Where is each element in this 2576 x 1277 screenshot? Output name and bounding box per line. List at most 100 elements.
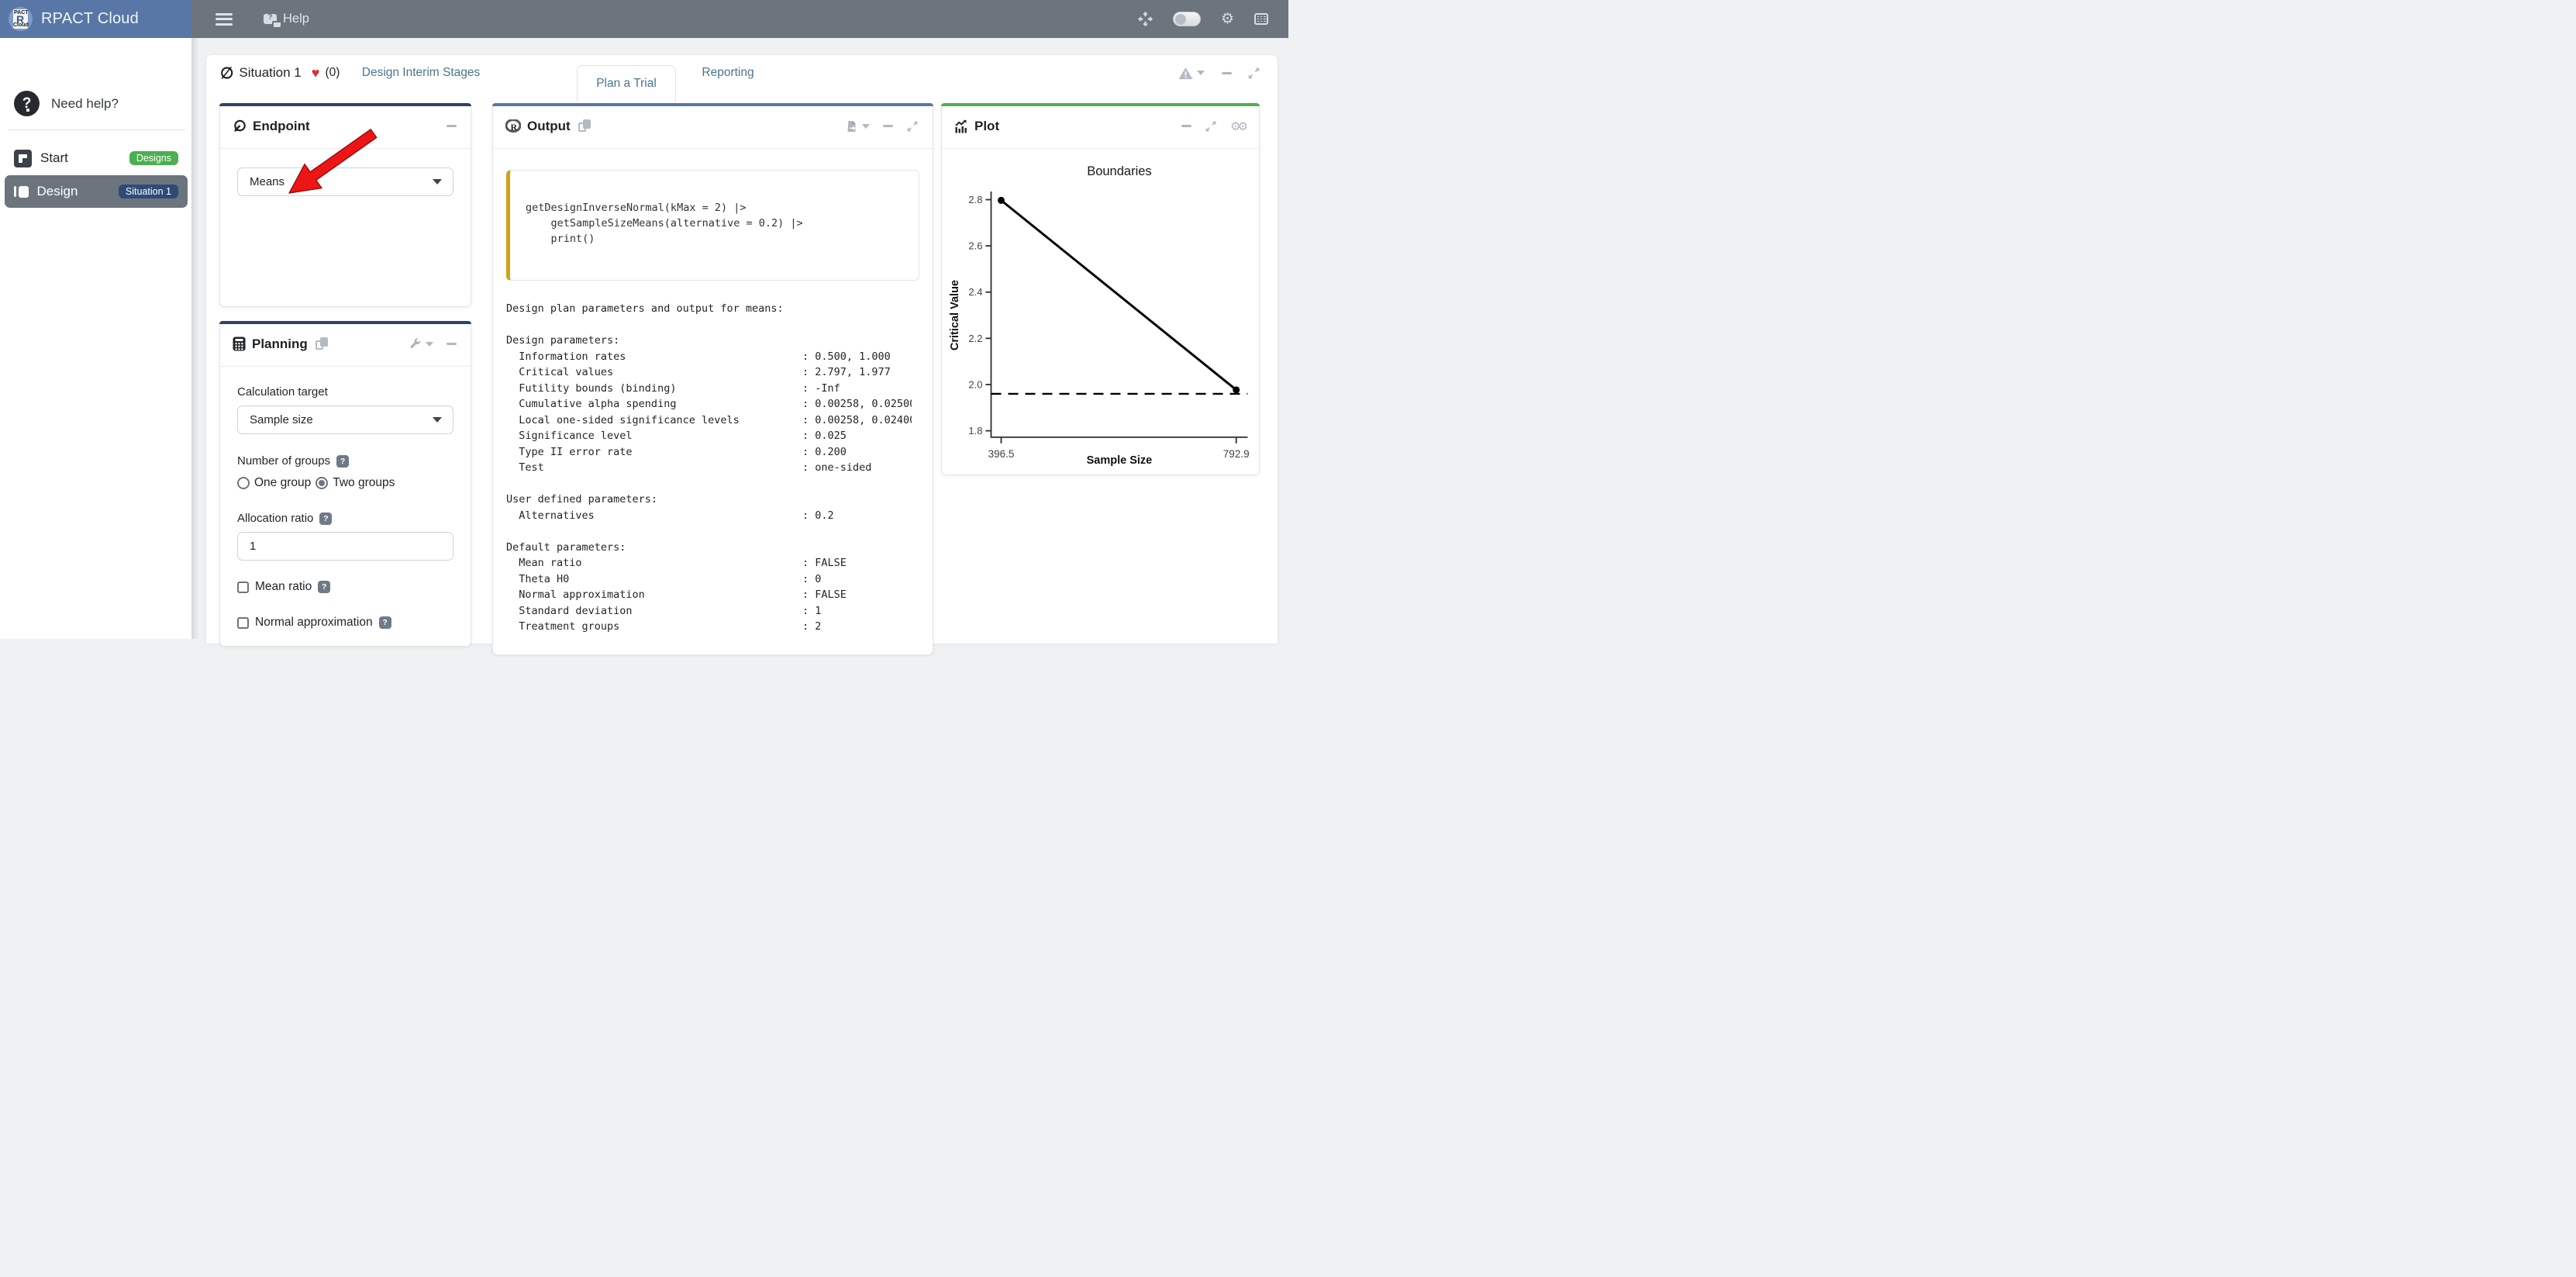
expand-plot-button[interactable]	[1205, 120, 1217, 133]
radio-two-groups[interactable]: Two groups	[316, 476, 395, 490]
heart-icon[interactable]: ♥	[312, 65, 320, 81]
likes-count: (0)	[325, 66, 340, 80]
sidebar-edge-shadow	[191, 38, 199, 639]
allocation-ratio-label: Allocation ratio ?	[237, 512, 453, 525]
svg-text:2.4: 2.4	[968, 286, 982, 298]
chevron-down-icon	[426, 342, 433, 347]
tab-plan-a-trial[interactable]: Plan a Trial	[577, 65, 676, 102]
endpoint-select-value: Means	[250, 175, 284, 188]
svg-text:R: R	[511, 122, 518, 133]
question-mark-icon: ?	[14, 91, 40, 116]
chevron-down-icon	[433, 179, 442, 185]
tools-dropdown[interactable]	[409, 338, 433, 350]
normal-approximation-checkbox[interactable]: Normal approximation ?	[237, 616, 453, 630]
planning-title: Planning	[252, 337, 308, 352]
sidebar: ? Need help? Start Designs Design Situat…	[0, 38, 191, 639]
collapse-endpoint-button[interactable]	[447, 125, 457, 127]
start-icon	[14, 150, 32, 167]
svg-text:396.5: 396.5	[988, 448, 1015, 460]
situation-header: ∅ Situation 1 ♥ (0)	[220, 56, 340, 90]
wrench-icon	[409, 338, 422, 350]
rpact-logo[interactable]: PACTRCloud	[9, 7, 33, 31]
svg-text:2.2: 2.2	[968, 333, 982, 344]
warning-icon	[1178, 67, 1193, 80]
r-code-block: getDesignInverseNormal(kMax = 2) |> getS…	[506, 170, 919, 281]
endpoint-title: Endpoint	[253, 119, 310, 134]
svg-text:2.8: 2.8	[968, 194, 982, 205]
brand-bar: PACTRCloud RPACT Cloud	[0, 0, 191, 38]
empty-set-icon: ∅	[220, 64, 233, 83]
app-title: RPACT Cloud	[41, 10, 139, 28]
endpoint-panel: Endpoint Means	[219, 103, 471, 307]
copy-icon[interactable]	[578, 119, 591, 133]
need-help-link[interactable]: ? Need help?	[14, 91, 119, 116]
svg-text:Critical Value: Critical Value	[949, 280, 961, 350]
situation-badge: Situation 1	[119, 185, 178, 198]
output-title: Output	[527, 119, 571, 134]
endpoint-select[interactable]: Means	[237, 167, 453, 196]
planning-panel: Planning Calculation target Sample size …	[219, 321, 471, 647]
help-label: Help	[283, 12, 309, 26]
chevron-down-icon	[433, 417, 442, 423]
warnings-dropdown[interactable]	[1178, 67, 1205, 80]
sidebar-item-start[interactable]: Start Designs	[5, 142, 188, 174]
svg-text:792.9: 792.9	[1223, 448, 1250, 460]
top-navbar: ? Help ⚙	[191, 0, 1288, 38]
calculation-target-label: Calculation target	[237, 385, 453, 399]
checkbox-icon	[237, 617, 249, 629]
collapse-plot-button[interactable]	[1181, 125, 1191, 127]
calculation-target-select[interactable]: Sample size	[237, 406, 453, 434]
number-of-groups-label: Number of groups ?	[237, 454, 453, 468]
expand-output-button[interactable]	[906, 120, 919, 133]
help-badge-icon[interactable]: ?	[319, 513, 332, 525]
boundaries-chart: Boundaries1.82.02.22.42.62.8396.5792.9Sa…	[942, 150, 1259, 475]
sidebar-divider	[8, 129, 185, 130]
output-panel: R Output getDesignInverseNormal(kMax = 2…	[492, 103, 933, 655]
help-bubble-icon: ?	[264, 14, 277, 24]
expand-card-button[interactable]	[1247, 67, 1260, 80]
radio-circle-icon	[237, 477, 250, 489]
settings-gear-icon[interactable]: ⚙	[1221, 12, 1234, 26]
collapse-output-button[interactable]	[883, 125, 893, 127]
plot-title: Plot	[974, 119, 999, 134]
help-badge-icon[interactable]: ?	[379, 616, 391, 629]
collapse-planning-button[interactable]	[447, 343, 457, 345]
svg-text:Boundaries: Boundaries	[1087, 164, 1151, 178]
apps-grid-icon[interactable]	[1254, 13, 1268, 25]
mean-ratio-checkbox[interactable]: Mean ratio ?	[237, 580, 453, 594]
export-dropdown[interactable]	[846, 120, 870, 133]
designs-badge: Designs	[129, 151, 178, 165]
checkbox-icon	[237, 582, 249, 593]
export-file-icon	[846, 120, 858, 133]
allocation-ratio-input[interactable]	[237, 532, 453, 561]
sidebar-design-label: Design	[37, 184, 78, 199]
endpoint-target-icon	[233, 119, 247, 133]
svg-text:1.8: 1.8	[968, 425, 982, 437]
hamburger-menu-icon[interactable]	[216, 13, 233, 26]
help-badge-icon[interactable]: ?	[336, 455, 349, 468]
chart-icon	[954, 119, 968, 133]
chevron-down-icon	[862, 124, 870, 129]
output-text: Design plan parameters and output for me…	[506, 301, 912, 635]
help-badge-icon[interactable]: ?	[318, 581, 330, 593]
plot-settings-gears-icon[interactable]: ⚙⚙	[1230, 119, 1245, 133]
plot-panel: Plot ⚙⚙ Boundaries1.82.02.22.42.62.8396.…	[941, 103, 1260, 475]
situation-label: Situation 1	[239, 65, 301, 81]
theme-toggle[interactable]	[1173, 12, 1201, 26]
radio-one-group[interactable]: One group	[237, 476, 311, 490]
design-icon	[14, 186, 29, 198]
sidebar-item-design[interactable]: Design Situation 1	[5, 175, 188, 208]
collapse-card-button[interactable]	[1222, 72, 1232, 74]
r-code[interactable]: getDesignInverseNormal(kMax = 2) |> getS…	[526, 200, 903, 247]
calculator-icon	[233, 337, 246, 351]
number-of-groups-radiogroup: One group Two groups	[237, 476, 453, 490]
r-logo-icon: R	[505, 119, 521, 133]
tab-design-interim-stages[interactable]: Design Interim Stages	[351, 56, 491, 90]
help-button[interactable]: ? Help	[264, 12, 309, 26]
tab-reporting[interactable]: Reporting	[689, 56, 767, 90]
card-toolbar	[1178, 62, 1260, 84]
sidebar-start-label: Start	[40, 150, 68, 166]
svg-text:2.6: 2.6	[968, 240, 982, 252]
copy-icon[interactable]	[316, 337, 328, 350]
fullscreen-icon[interactable]	[1138, 12, 1153, 26]
